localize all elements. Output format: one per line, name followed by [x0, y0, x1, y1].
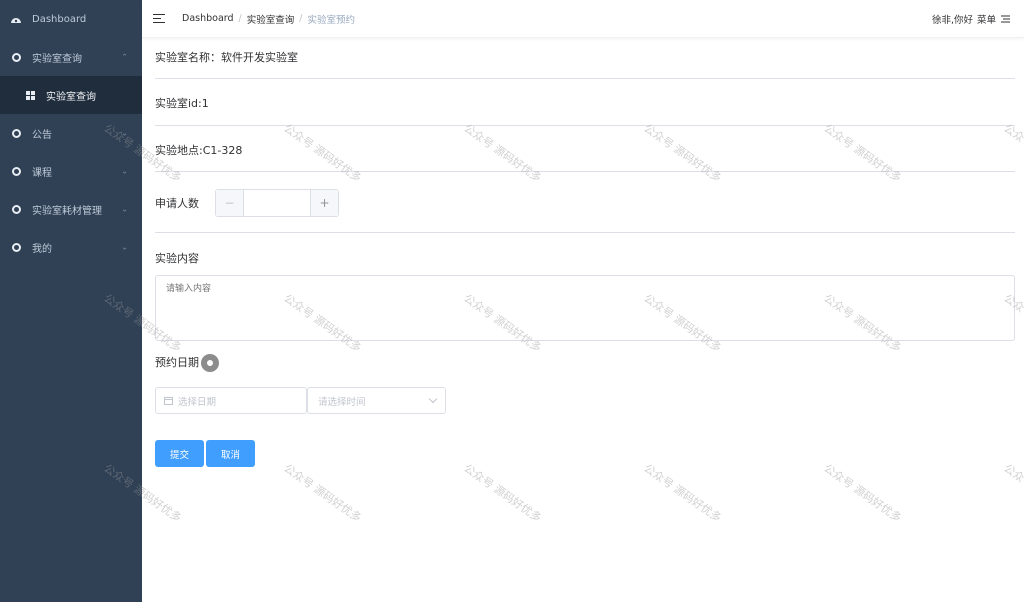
- date-label: 预约日期: [155, 356, 199, 369]
- breadcrumb: Dashboard / 实验室查询 / 实验室预约: [182, 12, 355, 26]
- sidebar-item-label: 课程: [32, 167, 52, 179]
- breadcrumb-separator: /: [238, 13, 242, 24]
- time-select[interactable]: 请选择时间: [307, 387, 446, 414]
- circle-icon: [11, 204, 21, 214]
- dashboard-icon: [10, 13, 22, 25]
- navbar: Dashboard / 实验室查询 / 实验室预约 徐非,你好 菜单: [142, 0, 1024, 38]
- lab-location: 实验地点:C1-328: [155, 144, 243, 157]
- menu-lines-icon: [1001, 15, 1010, 23]
- sidebar-item-announcement[interactable]: 公告 ⌄: [0, 114, 142, 152]
- hamburger-icon[interactable]: [153, 13, 165, 24]
- sidebar: Dashboard 实验室查询 ⌃ 实验室查询 公告 ⌄ 课程 ⌄ 实验室耗材管…: [0, 0, 142, 602]
- lab-name: 实验室名称：软件开发实验室: [155, 51, 298, 64]
- sidebar-item-label: 我的: [32, 243, 52, 255]
- applicants-stepper: − +: [215, 189, 339, 217]
- chevron-down-icon: [428, 394, 438, 404]
- sidebar-item-mine[interactable]: 我的 ⌄: [0, 228, 142, 266]
- decrement-button[interactable]: −: [216, 190, 244, 216]
- sidebar-item-label: 公告: [32, 129, 52, 141]
- breadcrumb-current: 实验室预约: [307, 14, 355, 26]
- sidebar-item-lab-query[interactable]: 实验室查询 ⌃: [0, 38, 142, 76]
- sidebar-subitem-lab-query[interactable]: 实验室查询: [0, 76, 142, 114]
- date-label-row: 预约日期: [155, 354, 1015, 372]
- content-textarea[interactable]: [155, 275, 1015, 341]
- sidebar-item-label: 实验室查询: [46, 91, 96, 103]
- circle-icon: [11, 52, 21, 62]
- chevron-down-icon: ⌄: [121, 166, 128, 176]
- circle-icon: [11, 128, 21, 138]
- applicants-input[interactable]: [244, 190, 310, 216]
- grid-icon: [25, 90, 35, 100]
- calendar-icon: [164, 396, 173, 405]
- menu-label: 菜单: [976, 14, 996, 26]
- main-content: 实验室名称：软件开发实验室 实验室id:1 实验地点:C1-328 申请人数 −…: [142, 38, 1024, 602]
- user-menu[interactable]: 徐非,你好 菜单: [932, 12, 1010, 26]
- sidebar-item-dashboard[interactable]: Dashboard: [0, 0, 142, 38]
- lab-id: 实验室id:1: [155, 97, 209, 110]
- sidebar-item-label: Dashboard: [32, 13, 87, 25]
- divider: [155, 125, 1015, 126]
- chevron-up-icon: ⌃: [121, 52, 128, 62]
- breadcrumb-lab-query[interactable]: 实验室查询: [247, 12, 295, 26]
- date-placeholder: 选择日期: [178, 396, 217, 408]
- chevron-down-icon: ⌄: [121, 128, 128, 138]
- divider: [155, 171, 1015, 172]
- sidebar-item-label: 实验室耗材管理: [32, 205, 102, 217]
- cancel-button[interactable]: 取消: [206, 440, 255, 467]
- sidebar-item-consumables[interactable]: 实验室耗材管理 ⌄: [0, 190, 142, 228]
- chevron-down-icon: ⌄: [121, 242, 128, 252]
- divider: [155, 78, 1015, 79]
- user-greeting: 徐非,你好: [931, 14, 973, 26]
- time-placeholder: 请选择时间: [318, 396, 366, 408]
- circle-icon: [11, 166, 21, 176]
- applicants-label: 申请人数: [155, 197, 199, 210]
- help-icon[interactable]: [201, 354, 219, 372]
- sidebar-item-course[interactable]: 课程 ⌄: [0, 152, 142, 190]
- increment-button[interactable]: +: [310, 190, 338, 216]
- chevron-down-icon: ⌄: [121, 204, 128, 214]
- divider: [155, 232, 1015, 233]
- applicants-row: 申请人数 − +: [155, 189, 1015, 217]
- date-picker[interactable]: 选择日期: [155, 387, 307, 414]
- sidebar-item-label: 实验室查询: [32, 53, 82, 65]
- content-label: 实验内容: [155, 252, 199, 265]
- breadcrumb-dashboard[interactable]: Dashboard: [182, 13, 234, 24]
- submit-button[interactable]: 提交: [155, 440, 204, 467]
- circle-icon: [11, 242, 21, 252]
- breadcrumb-separator: /: [299, 13, 303, 24]
